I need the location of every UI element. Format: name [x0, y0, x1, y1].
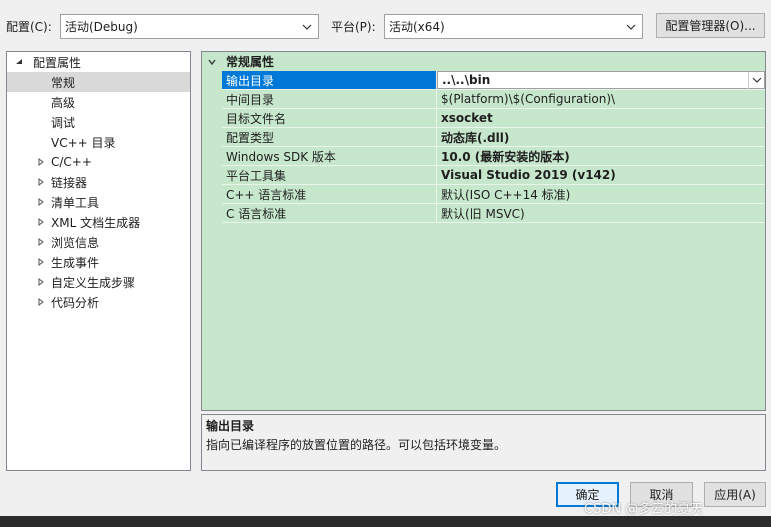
tree-item-label: VC++ 目录 [51, 135, 116, 150]
property-row-intermediate-dir[interactable]: 中间目录 $(Platform)\$(Configuration)\ [222, 90, 765, 109]
property-name: C++ 语言标准 [222, 185, 437, 203]
tree-item-vc-directories[interactable]: VC++ 目录 [7, 132, 190, 152]
property-value: Visual Studio 2019 (v142) [441, 168, 616, 182]
tree-item-debugging[interactable]: 调试 [7, 112, 190, 132]
tree-item-label: 清单工具 [51, 195, 100, 210]
tree-item-browse-info[interactable]: 浏览信息 [7, 232, 190, 252]
taskbar-strip [0, 516, 771, 527]
tree-item-label: 链接器 [51, 175, 88, 190]
collapsed-triangle-icon[interactable] [35, 176, 47, 188]
config-label: 配置(C): [6, 20, 52, 34]
property-name: 目标文件名 [222, 109, 437, 127]
property-value: 默认(ISO C++14 标准) [441, 187, 571, 202]
chevron-down-icon[interactable] [206, 56, 218, 68]
property-row-config-type[interactable]: 配置类型 动态库(.dll) [222, 128, 765, 147]
collapsed-triangle-icon[interactable] [35, 236, 47, 248]
property-value-editor[interactable]: ..\..\bin [437, 71, 765, 89]
tree-item-cpp[interactable]: C/C++ [7, 152, 190, 172]
tree-item-label: 调试 [51, 115, 76, 130]
tree-item-code-analysis[interactable]: 代码分析 [7, 292, 190, 312]
platform-value: 活动(x64) [389, 20, 445, 34]
property-grid: 常规属性 输出目录 ..\..\bin 中间目录 $(Platform)\$(C… [201, 51, 766, 411]
property-row-sdk-version[interactable]: Windows SDK 版本 10.0 (最新安装的版本) [222, 147, 765, 166]
platform-label: 平台(P): [331, 20, 376, 34]
tree-item-xml-doc[interactable]: XML 文档生成器 [7, 212, 190, 232]
tree-item-label: 生成事件 [51, 255, 100, 270]
description-pane: 输出目录 指向已编译程序的放置位置的路径。可以包括环境变量。 [201, 414, 766, 471]
tree-item-label: C/C++ [51, 155, 92, 169]
property-row-cpp-standard[interactable]: C++ 语言标准 默认(ISO C++14 标准) [222, 185, 765, 204]
chevron-down-icon[interactable] [748, 71, 764, 89]
property-value: 10.0 (最新安装的版本) [441, 149, 570, 164]
property-row-target-name[interactable]: 目标文件名 xsocket [222, 109, 765, 128]
chevron-down-icon [624, 20, 638, 34]
collapsed-triangle-icon[interactable] [35, 256, 47, 268]
platform-dropdown[interactable]: 活动(x64) [384, 14, 643, 39]
collapsed-triangle-icon[interactable] [35, 296, 47, 308]
watermark-text: CSDN @多云的夏天 [584, 502, 704, 517]
config-dropdown[interactable]: 活动(Debug) [60, 14, 319, 39]
property-row-output-dir[interactable]: 输出目录 ..\..\bin [222, 71, 765, 90]
property-tree: 配置属性 常规 高级 调试 VC++ 目录 C/C++ 链接器 清单工具 XML… [6, 51, 191, 471]
section-title: 常规属性 [226, 55, 275, 69]
tree-item-manifest-tool[interactable]: 清单工具 [7, 192, 190, 212]
tree-item-general[interactable]: 常规 [7, 72, 190, 92]
tree-item-label: 常规 [51, 75, 76, 90]
tree-item-linker[interactable]: 链接器 [7, 172, 190, 192]
tree-item-label: 浏览信息 [51, 235, 100, 250]
collapsed-triangle-icon[interactable] [35, 156, 47, 168]
apply-button[interactable]: 应用(A) [704, 482, 766, 507]
description-text: 指向已编译程序的放置位置的路径。可以包括环境变量。 [206, 438, 507, 452]
property-name: Windows SDK 版本 [222, 147, 437, 165]
section-header[interactable]: 常规属性 [202, 52, 765, 71]
expanded-triangle-icon[interactable] [13, 56, 25, 68]
tree-root-label: 配置属性 [33, 55, 82, 70]
description-title: 输出目录 [206, 419, 255, 433]
config-value: 活动(Debug) [65, 20, 138, 34]
collapsed-triangle-icon[interactable] [35, 196, 47, 208]
property-name: 配置类型 [222, 128, 437, 146]
property-value: 动态库(.dll) [441, 130, 510, 145]
config-manager-button[interactable]: 配置管理器(O)... [656, 13, 765, 38]
property-name: 中间目录 [222, 90, 437, 108]
property-value: xsocket [441, 111, 493, 125]
tree-item-build-events[interactable]: 生成事件 [7, 252, 190, 272]
collapsed-triangle-icon[interactable] [35, 276, 47, 288]
tree-item-label: 代码分析 [51, 295, 100, 310]
tree-item-custom-build[interactable]: 自定义生成步骤 [7, 272, 190, 292]
tree-item-label: 自定义生成步骤 [51, 275, 136, 290]
property-row-toolset[interactable]: 平台工具集 Visual Studio 2019 (v142) [222, 166, 765, 185]
property-name: 平台工具集 [222, 166, 437, 184]
tree-root[interactable]: 配置属性 [7, 52, 190, 72]
tree-item-label: XML 文档生成器 [51, 215, 141, 230]
property-value: $(Platform)\$(Configuration)\ [441, 92, 616, 106]
property-name: 输出目录 [222, 71, 437, 89]
chevron-down-icon [300, 20, 314, 34]
tree-item-label: 高级 [51, 95, 76, 110]
tree-item-advanced[interactable]: 高级 [7, 92, 190, 112]
property-name: C 语言标准 [222, 204, 437, 222]
property-value: 默认(旧 MSVC) [441, 206, 525, 221]
collapsed-triangle-icon[interactable] [35, 216, 47, 228]
property-value: ..\..\bin [442, 73, 491, 87]
property-row-c-standard[interactable]: C 语言标准 默认(旧 MSVC) [222, 204, 765, 223]
